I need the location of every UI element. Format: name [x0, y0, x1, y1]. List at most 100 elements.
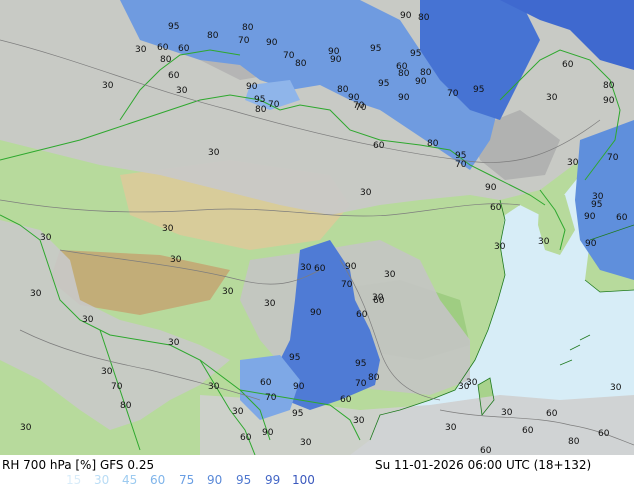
contour-label: 60 [396, 62, 408, 72]
contour-label: 60 [598, 429, 610, 439]
rh-map: 95 80 60 30 60 80 80 70 90 70 80 90 90 9… [0, 0, 634, 455]
contour-label: 60 [490, 203, 502, 213]
contour-label: 90 [310, 308, 322, 318]
contour-label: 60 [168, 71, 180, 81]
legend-item: 95 [236, 473, 252, 487]
contour-label: 30 [208, 148, 220, 158]
contour-label: 80 [337, 85, 349, 95]
contour-label: 30 [610, 383, 622, 393]
contour-label: 60 [480, 446, 492, 455]
contour-label: 30 [222, 287, 234, 297]
contour-label: 80 [427, 139, 439, 149]
contour-label: 95 [370, 44, 381, 54]
contour-label: 80 [295, 59, 307, 69]
contour-label: 80 [120, 401, 132, 411]
contour-label: 60 [157, 43, 169, 53]
contour-label: 30 [466, 378, 478, 388]
contour-label: 80 [255, 105, 267, 115]
contour-label: 95 [355, 359, 366, 369]
contour-label: 30 [135, 45, 147, 55]
contour-label: 90 [246, 82, 258, 92]
contour-label: 90 [348, 93, 360, 103]
contour-label: 60 [340, 395, 352, 405]
contour-label: 60 [616, 213, 628, 223]
contour-label: 80 [420, 68, 432, 78]
chart-title: RH 700 hPa [%] GFS 0.25 [2, 458, 155, 472]
contour-label: 60 [178, 44, 190, 54]
contour-label: 30 [20, 423, 32, 433]
contour-label: 60 [562, 60, 574, 70]
contour-label: 95 [292, 409, 303, 419]
contour-label: 30 [567, 158, 579, 168]
contour-label: 70 [355, 103, 367, 113]
contour-label: 90 [485, 183, 497, 193]
contour-label: 80 [160, 55, 172, 65]
contour-label: 60 [240, 433, 252, 443]
contour-label: 90 [345, 262, 357, 272]
contour-label: 30 [300, 263, 312, 273]
contour-label: 30 [353, 416, 365, 426]
contour-label: 90 [585, 239, 597, 249]
contour-label: 70 [455, 160, 467, 170]
contour-label: 30 [494, 242, 506, 252]
contour-label: 70 [607, 153, 619, 163]
contour-label: 60 [522, 426, 534, 436]
contour-label: 90 [262, 428, 274, 438]
contour-label: 70 [265, 393, 277, 403]
contour-label: 30 [264, 299, 276, 309]
legend-item: 30 [94, 473, 110, 487]
legend-item: 60 [150, 473, 166, 487]
contour-label: 30 [162, 224, 174, 234]
valid-time: Su 11-01-2026 06:00 UTC (18+132) [375, 458, 592, 472]
contour-label: 60 [356, 310, 368, 320]
contour-label: 60 [260, 378, 272, 388]
contour-label: 30 [176, 86, 188, 96]
contour-label: 95 [254, 95, 265, 105]
legend-item: 45 [122, 473, 138, 487]
contour-label: 90 [330, 55, 342, 65]
contour-label: 95 [410, 49, 421, 59]
legend-item: 90 [207, 473, 223, 487]
contour-label: 95 [473, 85, 484, 95]
contour-label: 80 [207, 31, 219, 41]
contour-label: 60 [314, 264, 326, 274]
contour-label: 30 [30, 289, 42, 299]
contour-label: 60 [373, 141, 385, 151]
contour-label: 30 [170, 255, 182, 265]
legend-item: 15 [66, 473, 82, 487]
contour-label: 30 [300, 438, 312, 448]
contour-label: 70 [447, 89, 459, 99]
contour-label: 70 [283, 51, 295, 61]
contour-label: 30 [372, 293, 384, 303]
contour-label: 30 [546, 93, 558, 103]
contour-label: 30 [208, 382, 220, 392]
contour-label: 30 [232, 407, 244, 417]
legend-item: 75 [179, 473, 195, 487]
contour-label: 90 [603, 96, 615, 106]
contour-label: 70 [268, 100, 280, 110]
contour-label: 80 [603, 81, 615, 91]
contour-label: 30 [384, 270, 396, 280]
contour-label: 95 [378, 79, 389, 89]
legend-item: 99 [265, 473, 281, 487]
contour-label: 70 [341, 280, 353, 290]
contour-label: 80 [568, 437, 580, 447]
contour-label: 30 [101, 367, 113, 377]
contour-label: 90 [415, 77, 427, 87]
contour-label: 90 [400, 11, 412, 21]
contour-label: 60 [546, 409, 558, 419]
contour-label: 30 [102, 81, 114, 91]
contour-label: 30 [168, 338, 180, 348]
legend-item: 100 [292, 473, 315, 487]
contour-label: 30 [445, 423, 457, 433]
contour-label: 30 [538, 237, 550, 247]
contour-label: 30 [501, 408, 513, 418]
contour-label: 30 [360, 188, 372, 198]
contour-label: 30 [40, 233, 52, 243]
contour-label: 80 [368, 373, 380, 383]
contour-label: 30 [82, 315, 94, 325]
contour-label: 90 [584, 212, 596, 222]
contour-label: 80 [242, 23, 254, 33]
contour-label: 90 [293, 382, 305, 392]
contour-label: 90 [266, 38, 278, 48]
